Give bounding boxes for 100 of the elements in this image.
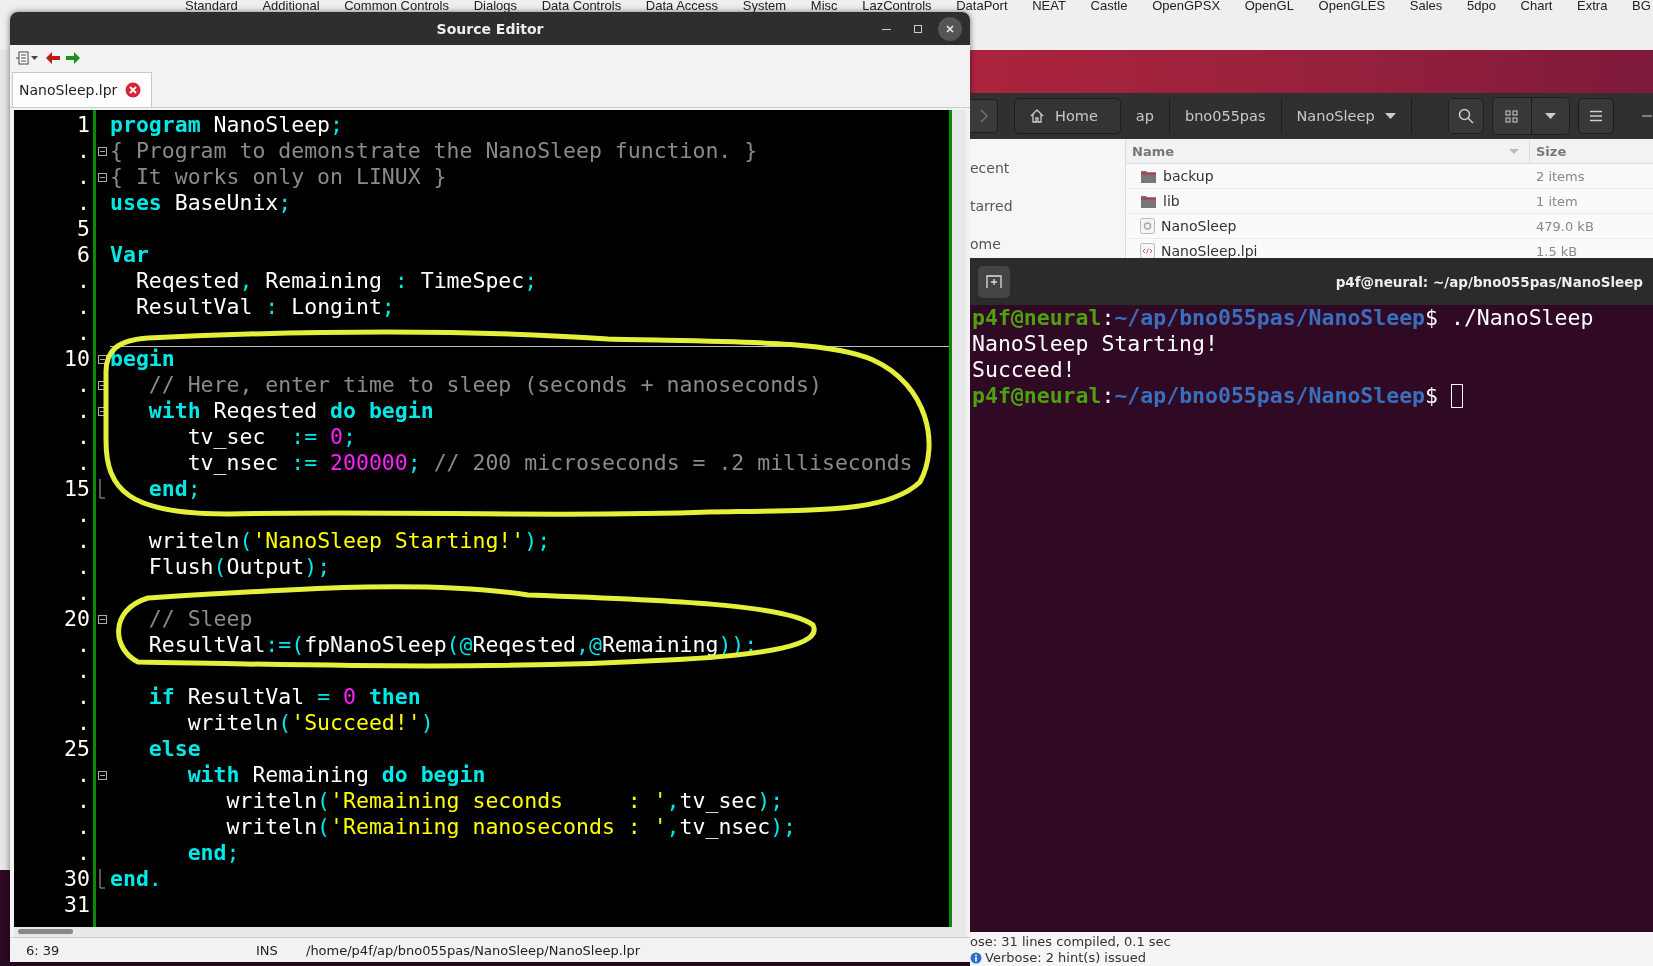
sidebar-item[interactable]: ecent [970,149,1125,187]
palette-tab[interactable]: LazControls [862,0,932,12]
code-line: { Program to demonstrate the NanoSleep function. } [110,138,759,164]
path-button[interactable]: bno055pas [1169,98,1282,134]
code-line: Var [110,242,150,268]
line-number: . [76,554,91,580]
palette-tab[interactable]: 5dpo [1466,0,1496,12]
palette-tab[interactable]: Dialogs [473,0,517,12]
line-number: . [76,320,91,346]
window-title: p4f@neural: ~/ap/bno055pas/NanoSleep [1335,273,1644,290]
palette-tab[interactable]: Common Controls [344,0,449,12]
code-line: begin [110,346,949,372]
sidebar-item[interactable]: tarred [970,187,1125,225]
file-tab[interactable]: NanoSleep.lpr [12,72,153,107]
path-button[interactable]: ap [1120,98,1170,134]
line-number: 10 [63,346,91,372]
palette-tab[interactable]: Data Access [645,0,719,12]
palette-tab[interactable]: OpenGPSX [1152,0,1221,12]
message-text: Verbose: 2 hint(s) issued [985,950,1146,966]
terminal-line: NanoSleep Starting! [972,331,1218,357]
line-number: 31 [63,892,91,918]
code-line: ResultVal : Longint; [134,294,396,320]
insert-mode: INS [256,942,279,958]
line-number: 5 [76,216,91,242]
terminal-line: Succeed! [972,357,1076,383]
line-number: . [76,424,91,450]
code-line: // Sleep [147,606,254,632]
palette-tab[interactable]: NEAT [1032,0,1066,12]
line-number: . [76,502,91,528]
code-line: writeln('Succeed!') [186,710,435,736]
palette-tab[interactable]: DataPort [956,0,1008,12]
palette-tab[interactable]: Sales [1409,0,1443,12]
line-number: . [76,840,91,866]
line-number: 20 [63,606,91,632]
window-title: Source Editor [436,20,544,37]
line-number: 25 [63,736,91,762]
palette-tab[interactable]: Additional [262,0,320,12]
file-path: /home/p4f/ap/bno055pas/NanoSleep/NanoSleep.lpr [306,942,641,958]
line-number: 30 [63,866,91,892]
cursor-position: 6: 39 [25,942,61,958]
code-line: Flush(Output); [147,554,332,580]
code-line: writeln('Remaining seconds : ',tv_sec); [225,788,785,814]
line-number: . [76,658,91,684]
file-size: 2 items [1535,167,1585,186]
palette-tab[interactable]: System [742,0,787,12]
code-line: Reqested, Remaining : TimeSpec; [134,268,539,294]
file-name[interactable]: NanoSleep [1161,218,1237,234]
code-line: // Here, enter time to sleep (seconds + nanoseconds) [147,372,823,398]
code-line: end; [147,476,202,502]
line-number: . [76,398,91,424]
file-name[interactable]: lib [1163,193,1180,209]
code-line: uses BaseUnix; [110,190,293,216]
file-name[interactable]: backup [1163,168,1214,184]
line-number: 15 [63,476,91,502]
path-button[interactable]: NanoSleep [1281,98,1412,134]
line-number: . [76,762,91,788]
terminal-line: p4f@neural:~/ap/bno055pas/NanoSleep$ [972,383,1440,409]
line-number: . [76,710,91,736]
line-number: . [76,788,91,814]
palette-tab[interactable]: Extra [1577,0,1608,12]
palette-tab[interactable]: OpenGL [1244,0,1294,12]
line-number: . [76,190,91,216]
line-number: 1 [76,112,91,138]
code-line: with Reqested do begin [147,398,435,424]
line-number: . [76,684,91,710]
line-number: . [76,450,91,476]
code-line: writeln('Remaining nanoseconds : ',tv_nsec); [225,814,798,840]
line-number: . [76,138,91,164]
palette-tab[interactable]: Chart [1520,0,1553,12]
code-line: tv_sec := 0; [186,424,357,450]
palette-tab[interactable]: Data Controls [541,0,622,12]
file-name[interactable]: NanoSleep.lpi [1161,243,1258,258]
file-size: 1 item [1535,192,1578,211]
file-size: 1.5 kB [1535,242,1578,258]
code-line: else [147,736,202,762]
line-number: . [76,164,91,190]
column-header[interactable]: Name [1126,139,1530,163]
line-number: 6 [76,242,91,268]
palette-tab[interactable]: Standard [185,0,238,12]
column-header[interactable]: Size [1530,139,1567,163]
message-text: ose: 31 lines compiled, 0.1 sec [970,934,1171,950]
code-line: program NanoSleep; [110,112,344,138]
line-number: . [76,814,91,840]
line-number: . [76,580,91,606]
line-number: . [76,294,91,320]
code-line: end. [110,866,163,892]
line-number: . [76,528,91,554]
code-line: { It works only on LINUX } [110,164,448,190]
line-number: . [76,268,91,294]
code-line: with Remaining do begin [186,762,487,788]
terminal-line: p4f@neural:~/ap/bno055pas/NanoSleep$ ./NanoSleep [972,305,1594,331]
palette-tab[interactable]: BG [1632,0,1651,12]
palette-tab[interactable]: OpenGLES [1318,0,1386,12]
palette-tab[interactable]: Castle [1090,0,1128,12]
path-button[interactable]: Home [1014,98,1121,134]
palette-tab[interactable]: Misc [810,0,838,12]
file-size: 479.0 kB [1535,217,1594,236]
code-line: writeln('NanoSleep Starting!'); [147,528,552,554]
sidebar-item[interactable]: ome [970,225,1125,258]
code-line: if ResultVal = 0 then [147,684,422,710]
